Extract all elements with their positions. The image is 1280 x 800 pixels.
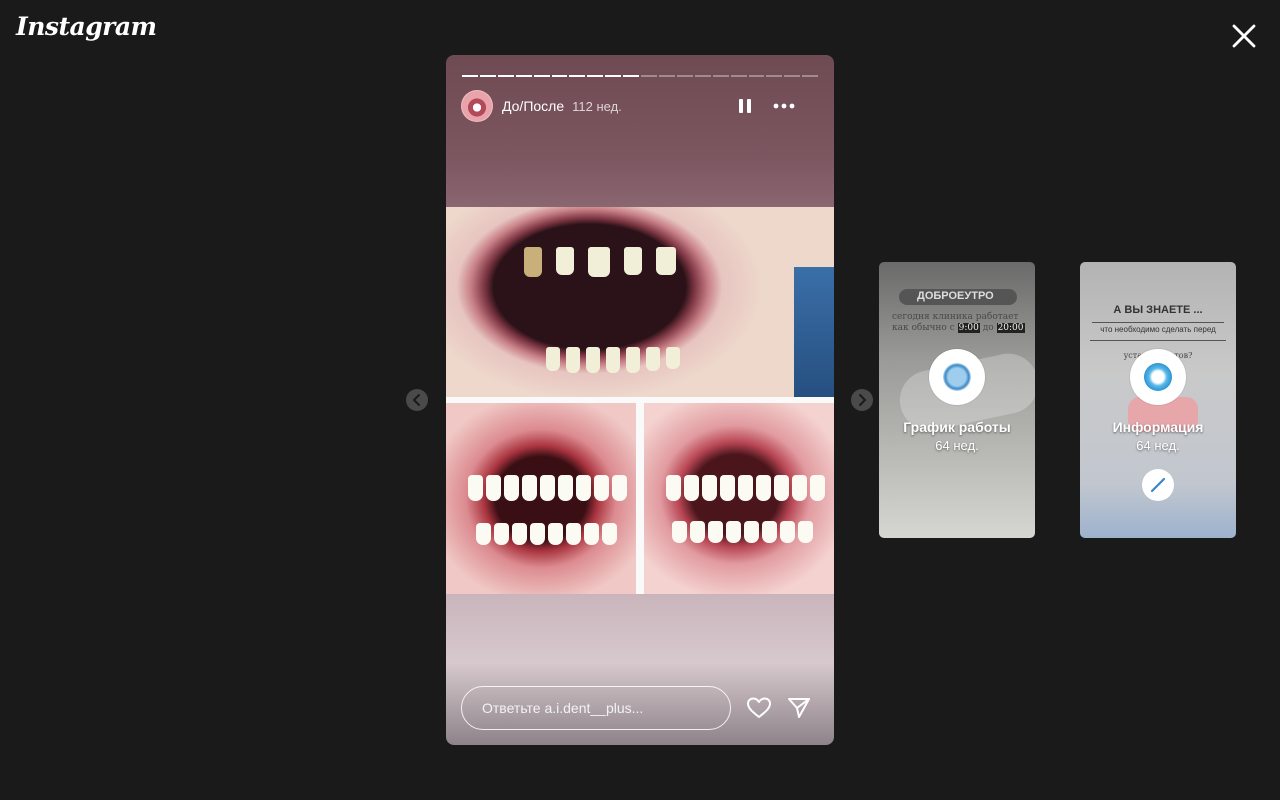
progress-segment [479, 75, 496, 77]
progress-segment [676, 75, 693, 77]
after-photo-right [644, 403, 834, 594]
preview-title: Информация [1112, 419, 1204, 435]
progress-segment [784, 75, 801, 77]
next-story-preview-schedule[interactable]: ДОБРОЕУТРО сегодня клиника работает как … [879, 262, 1035, 538]
preview-title: График работы [903, 419, 1011, 435]
progress-segment [658, 75, 675, 77]
progress-segment [694, 75, 711, 77]
progress-segment [623, 75, 640, 77]
previous-story-button[interactable] [406, 389, 428, 411]
send-icon [788, 698, 810, 718]
avatar [929, 349, 985, 405]
preview-timestamp: 64 нед. [1136, 438, 1180, 453]
more-options-button[interactable] [772, 97, 796, 115]
progress-segment [730, 75, 747, 77]
progress-segment [569, 75, 586, 77]
preview-bg-title: ДОБРОЕУТРО [917, 290, 994, 302]
close-button[interactable] [1228, 20, 1260, 52]
progress-segment [802, 75, 819, 77]
progress-segment [605, 75, 622, 77]
share-button[interactable] [786, 696, 812, 720]
progress-segment [515, 75, 532, 77]
before-photo [446, 207, 834, 397]
story-timestamp: 112 нед. [572, 98, 622, 114]
toothbrush-icon [1142, 469, 1174, 501]
progress-segment [766, 75, 783, 77]
preview-bg-time: 20:00 [996, 323, 1025, 333]
pause-icon [739, 99, 751, 113]
instagram-logo[interactable]: Instagram [16, 12, 157, 41]
chevron-left-icon [413, 394, 420, 406]
next-story-preview-info[interactable]: А ВЫ ЗНАЕТЕ ... что необходимо сделать п… [1080, 262, 1236, 538]
preview-bg-text: сегодня клиника работает [892, 312, 1019, 322]
progress-segment [748, 75, 765, 77]
preview-bg-time: 9:00 [957, 323, 980, 333]
more-options-icon [773, 103, 795, 109]
progress-segment [641, 75, 657, 77]
progress-segment [497, 75, 514, 77]
story-viewer[interactable]: До/После 112 нед. [446, 55, 834, 745]
progress-segment [462, 75, 478, 77]
preview-bg-text: как обычно с [892, 323, 955, 333]
avatar [1130, 349, 1186, 405]
progress-segment [712, 75, 729, 77]
progress-segment [533, 75, 550, 77]
close-icon [1232, 24, 1256, 48]
preview-timestamp: 64 нед. [935, 438, 979, 453]
progress-segment [551, 75, 568, 77]
preview-bg-text: что необходимо сделать перед [1100, 325, 1216, 334]
reply-input[interactable] [461, 686, 731, 730]
chevron-right-icon [859, 394, 866, 406]
story-header: До/После 112 нед. [461, 90, 818, 122]
preview-bg-text: до [982, 323, 994, 333]
preview-bg-title: А ВЫ ЗНАЕТЕ ... [1113, 304, 1203, 316]
avatar[interactable] [461, 90, 493, 122]
story-progress-bar [462, 75, 819, 77]
heart-icon [747, 697, 771, 718]
after-photo-left [446, 403, 636, 594]
pause-button[interactable] [736, 97, 754, 115]
progress-segment [587, 75, 604, 77]
like-button[interactable] [746, 696, 772, 720]
story-title[interactable]: До/После [502, 98, 564, 114]
next-story-button[interactable] [851, 389, 873, 411]
